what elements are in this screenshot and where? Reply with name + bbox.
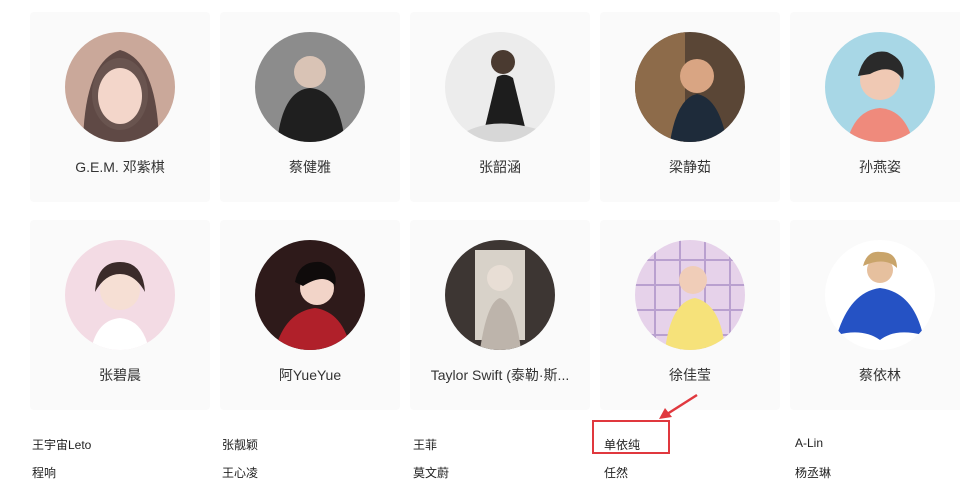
- artist-card-cai-yilin[interactable]: 蔡依林: [790, 220, 960, 410]
- artist-name: Taylor Swift (泰勒·斯...: [430, 367, 570, 383]
- artist-link[interactable]: 张靓颖: [222, 436, 258, 453]
- artist-name: 张碧晨: [99, 367, 141, 383]
- artist-name: 张韶涵: [479, 159, 521, 175]
- artist-avatar: [825, 240, 935, 350]
- artist-text-list: 王宇宙Leto 张靓颖 王菲 单依纯 A-Lin 程响 王心凌 莫文蔚 任然 杨…: [0, 430, 960, 486]
- artist-card-taylor-swift[interactable]: Taylor Swift (泰勒·斯...: [410, 220, 590, 410]
- artist-card-xu-jiaying[interactable]: 徐佳莹: [600, 220, 780, 410]
- artist-name: 蔡健雅: [289, 159, 331, 175]
- artist-name: 梁静茹: [669, 159, 711, 175]
- artist-card-zhang-shaohan[interactable]: 张韶涵: [410, 12, 590, 202]
- artist-avatar: [635, 240, 745, 350]
- artist-avatar: [445, 32, 555, 142]
- annotation-arrow-icon: [659, 393, 698, 419]
- artist-link[interactable]: 王心凌: [222, 464, 258, 481]
- artist-link[interactable]: 王菲: [413, 436, 437, 453]
- artist-card-cai-jianya[interactable]: 蔡健雅: [220, 12, 400, 202]
- artist-name: 徐佳莹: [669, 367, 711, 383]
- artist-link[interactable]: 任然: [604, 464, 628, 481]
- artist-name: G.E.M. 邓紫棋: [75, 159, 165, 175]
- artist-card-zhang-bichen[interactable]: 张碧晨: [30, 220, 210, 410]
- artist-avatar: [445, 240, 555, 350]
- artist-link[interactable]: 王宇宙Leto: [32, 436, 91, 453]
- artist-avatar: [255, 240, 365, 350]
- artist-link[interactable]: 莫文蔚: [413, 464, 449, 481]
- artist-card-sun-yanzi[interactable]: 孙燕姿: [790, 12, 960, 202]
- artist-card-gem[interactable]: G.E.M. 邓紫棋: [30, 12, 210, 202]
- annotation-highlight-box: [592, 420, 670, 454]
- artist-name: 阿YueYue: [278, 367, 342, 383]
- artist-link[interactable]: 杨丞琳: [795, 464, 831, 481]
- artist-avatar: [65, 32, 175, 142]
- artist-name: 孙燕姿: [859, 159, 901, 175]
- artist-avatar: [635, 32, 745, 142]
- artist-avatar: [255, 32, 365, 142]
- artist-avatar: [825, 32, 935, 142]
- artist-card-a-yueyue[interactable]: 阿YueYue: [220, 220, 400, 410]
- artist-avatar: [65, 240, 175, 350]
- artist-link[interactable]: 程响: [32, 464, 56, 481]
- artist-name: 蔡依林: [859, 367, 901, 383]
- artist-link[interactable]: A-Lin: [795, 436, 823, 450]
- artist-card-liang-jingru[interactable]: 梁静茹: [600, 12, 780, 202]
